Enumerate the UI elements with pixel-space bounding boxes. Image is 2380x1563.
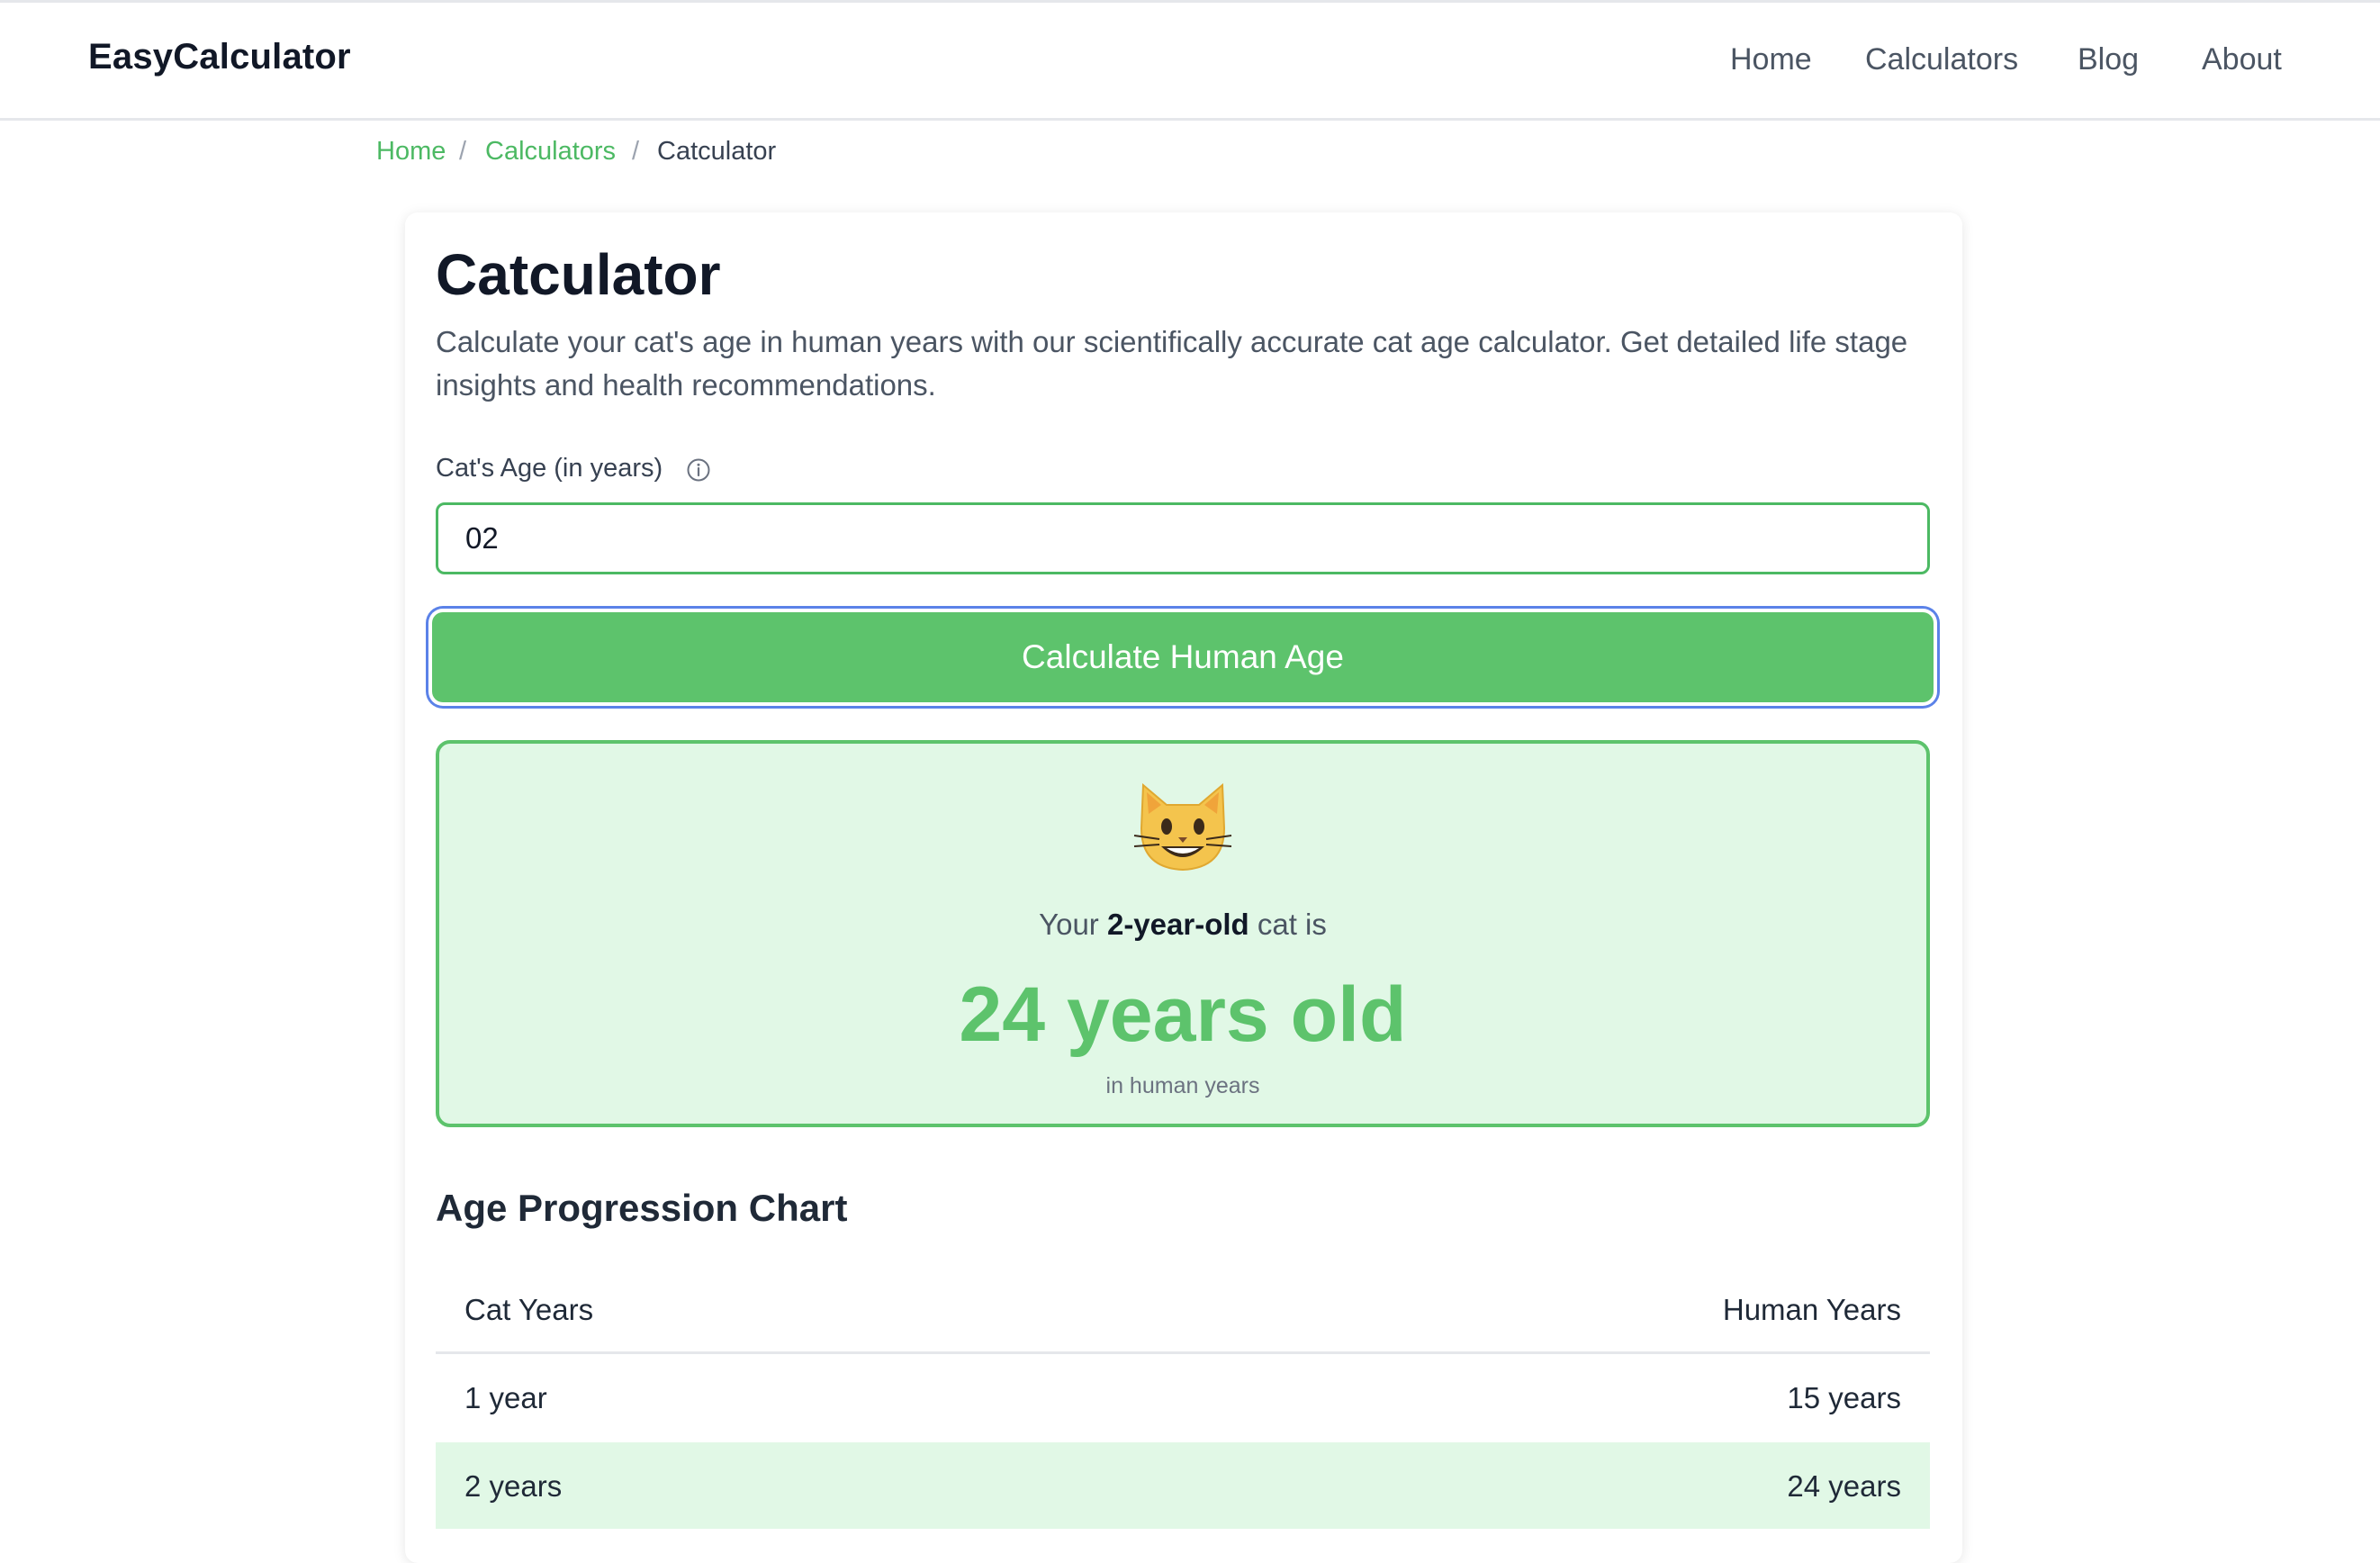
calculate-human-age-button[interactable]: Calculate Human Age	[432, 612, 1934, 702]
page-description: Calculate your cat's age in human years …	[436, 325, 1908, 402]
table-header: Cat Years Human Years	[436, 1266, 1930, 1354]
breadcrumb-current: Catculator	[657, 137, 777, 166]
breadcrumb-separator: /	[459, 137, 467, 166]
page-title: Catculator	[436, 242, 721, 307]
result-suffix: cat is	[1257, 908, 1327, 941]
cell-human-years: 24 years	[1787, 1469, 1901, 1503]
nav-link-calculators[interactable]: Calculators	[1865, 42, 2018, 77]
cell-cat-years: 1 year	[464, 1381, 547, 1414]
result-prefix: Your	[1039, 908, 1099, 941]
result-statement: Your 2-year-old cat is	[439, 908, 1926, 942]
cat-age-input[interactable]	[436, 502, 1930, 574]
column-header-human-years: Human Years	[1722, 1293, 1901, 1326]
cell-cat-years: 2 years	[464, 1469, 563, 1503]
cell-human-years: 15 years	[1787, 1381, 1901, 1414]
top-navbar: EasyCalculator Home Calculators Blog Abo…	[0, 0, 2380, 121]
result-cat-age: 2-year-old	[1106, 908, 1249, 941]
cat-age-label: Cat's Age (in years)	[436, 454, 663, 483]
table-row-highlighted: 2 years 24 years	[436, 1442, 1930, 1531]
breadcrumb-separator: /	[632, 137, 640, 166]
result-unit-note: in human years	[1105, 1073, 1260, 1098]
nav-link-blog[interactable]: Blog	[2078, 42, 2139, 77]
info-icon[interactable]	[686, 457, 711, 483]
breadcrumb-calculators[interactable]: Calculators	[485, 137, 616, 167]
table-row: 1 year 15 years	[436, 1354, 1930, 1442]
nav-link-home[interactable]: Home	[1730, 42, 1812, 77]
result-panel: Your 2-year-old cat is 24 years old in h…	[436, 740, 1930, 1127]
column-header-cat-years: Cat Years	[464, 1293, 594, 1326]
result-human-age: 24 years old	[959, 971, 1407, 1058]
grinning-cat-icon	[1133, 782, 1232, 872]
age-progression-table: Cat Years Human Years 1 year 15 years 2 …	[436, 1266, 1930, 1531]
calculator-card: Catculator Calculate your cat's age in h…	[405, 212, 1962, 1563]
brand-logo[interactable]: EasyCalculator	[88, 37, 351, 77]
breadcrumb-home[interactable]: Home	[376, 137, 446, 167]
age-progression-title: Age Progression Chart	[436, 1187, 848, 1229]
nav-link-about[interactable]: About	[2202, 42, 2282, 77]
